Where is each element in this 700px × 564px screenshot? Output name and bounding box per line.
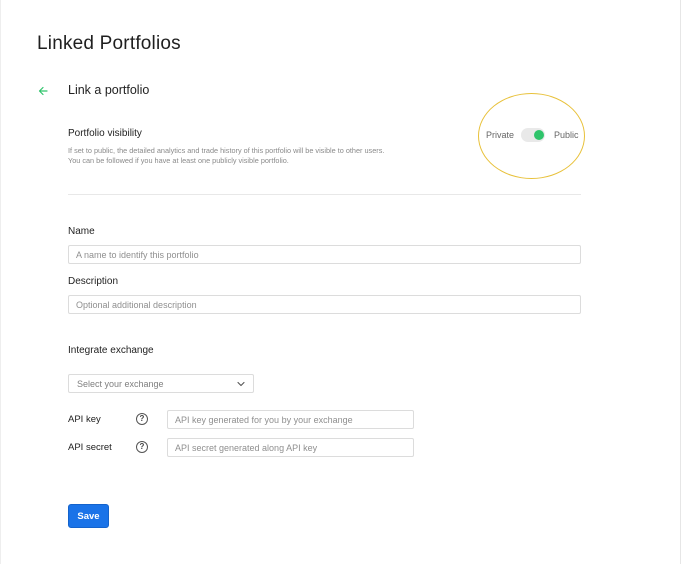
toggle-knob	[534, 130, 545, 140]
api-secret-label: API secret	[68, 442, 112, 453]
exchange-select[interactable]: Select your exchange	[68, 374, 254, 393]
api-key-help-icon[interactable]: ?	[136, 413, 148, 425]
api-key-label: API key	[68, 414, 101, 425]
description-input[interactable]	[68, 295, 581, 314]
visibility-toggle[interactable]	[521, 128, 546, 142]
page-title: Linked Portfolios	[37, 33, 181, 54]
visibility-description: If set to public, the detailed analytics…	[68, 146, 468, 166]
section-divider	[68, 194, 581, 195]
name-input[interactable]	[68, 245, 581, 264]
name-label: Name	[68, 226, 95, 237]
left-border	[0, 0, 1, 564]
api-secret-help-icon[interactable]: ?	[136, 441, 148, 453]
visibility-description-line-1: If set to public, the detailed analytics…	[68, 146, 385, 155]
save-button[interactable]: Save	[68, 504, 109, 528]
private-label: Private	[486, 130, 515, 140]
integrate-exchange-title: Integrate exchange	[68, 345, 154, 356]
api-key-input[interactable]	[167, 410, 414, 429]
visibility-description-line-2: You can be followed if you have at least…	[68, 156, 289, 165]
public-label: Public	[554, 130, 579, 140]
right-border	[680, 0, 681, 564]
arrow-left-icon[interactable]	[37, 84, 49, 98]
visibility-toggle-group: Private Public	[486, 128, 579, 142]
description-label: Description	[68, 276, 119, 287]
exchange-select-value: Select your exchange	[77, 378, 164, 389]
visibility-title: Portfolio visibility	[68, 128, 142, 139]
api-secret-input[interactable]	[167, 438, 414, 457]
chevron-down-icon	[237, 381, 245, 386]
subheading: Link a portfolio	[68, 83, 150, 97]
